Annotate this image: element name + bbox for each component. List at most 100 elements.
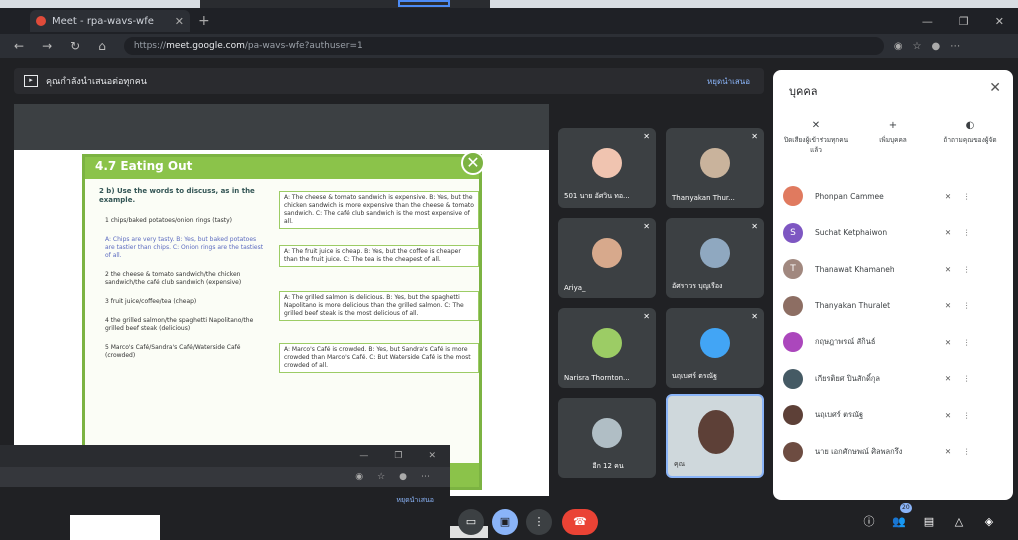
participant-name: นฤเบศร์ ตรณัฐ (672, 372, 717, 380)
more-options-icon[interactable]: ⋮ (963, 228, 971, 237)
mic-off-icon: ✕ (751, 222, 758, 231)
stop-presenting-button[interactable]: หยุดนำเสนอ (707, 75, 750, 88)
dialog-box: A: The fruit juice is cheap. B: Yes, but… (279, 245, 479, 267)
window-close-icon[interactable]: ✕ (428, 451, 436, 467)
people-panel: บุคคล ✕ ✕ ปิดเสียงผู้เข้าร่วมทุกคนแล้ว + เ… (773, 70, 1013, 500)
more-options-icon[interactable]: ⋮ (963, 265, 971, 274)
participant-name: อัศราวร บุญเรือง (672, 282, 723, 290)
background-highlight (398, 0, 450, 7)
more-options-icon[interactable]: ⋮ (963, 411, 971, 420)
menu-icon[interactable]: ⋯ (950, 41, 960, 52)
profile-icon[interactable]: ● (932, 41, 941, 52)
extension-icon[interactable]: ◉ (894, 41, 903, 52)
maximize-icon[interactable]: ❐ (394, 451, 402, 467)
captions-button[interactable]: ▭ (458, 509, 484, 535)
participant-name: เกียรติยศ ปินสักดิ์กุล (815, 373, 880, 383)
mic-off-icon[interactable]: ✕ (933, 374, 963, 383)
activities-icon[interactable]: △ (946, 509, 972, 535)
chat-icon[interactable]: ▤ (916, 509, 942, 535)
avatar (783, 441, 803, 462)
more-options-icon[interactable]: ⋮ (963, 338, 971, 347)
meet-favicon-icon (36, 16, 46, 26)
back-icon[interactable]: ← (14, 39, 24, 53)
leave-call-button[interactable]: ☎ (562, 509, 598, 535)
avatar (783, 332, 803, 353)
participant-row[interactable]: นฤเบศร์ ตรณัฐ ✕ ⋮ (783, 397, 1005, 434)
more-options-icon[interactable]: ⋮ (963, 301, 971, 310)
more-options-icon[interactable]: ⋮ (963, 192, 971, 201)
avatar (783, 186, 803, 207)
overlay-meet: หยุดนำเสนอ (0, 487, 450, 540)
more-options-icon[interactable]: ⋮ (963, 374, 971, 383)
exercise-item: 2 the cheese & tomato sandwich/the chick… (105, 271, 242, 286)
close-icon[interactable]: ✕ (989, 80, 1001, 96)
avatar (783, 405, 803, 426)
book-close-icon[interactable]: ✕ (461, 151, 485, 175)
participant-row[interactable]: S Suchat Ketphaiwon ✕ ⋮ (783, 215, 1005, 252)
exercise-item: 5 Marco's Café/Sandra's Café/Waterside C… (105, 344, 241, 359)
shield-icon[interactable]: ◈ (976, 509, 1002, 535)
overlay-toolbar: ◉ ☆ ● ⋯ (0, 467, 450, 487)
mic-off-icon[interactable]: ✕ (933, 265, 963, 274)
browser-tab[interactable]: Meet - rpa-wavs-wfe ✕ (30, 10, 190, 32)
minimize-icon[interactable]: — (359, 451, 368, 467)
participant-tile[interactable]: ✕ นฤเบศร์ ตรณัฐ (666, 308, 764, 388)
tab-close-icon[interactable]: ✕ (175, 15, 184, 28)
maximize-icon[interactable]: ❐ (959, 15, 969, 28)
more-options-button[interactable]: ⋮ (526, 509, 552, 535)
participant-name: กฤษฎาพรณ์ สักินธ์ (815, 337, 876, 347)
overlapping-window: — ❐ ✕ ◉ ☆ ● ⋯ หยุดนำเสนอ (0, 445, 450, 540)
exercise-item: 4 the grilled salmon/the spaghetti Napol… (105, 317, 254, 332)
participant-name: นฤเบศร์ ตรณัฐ (815, 410, 864, 420)
more-options-icon[interactable]: ⋮ (963, 447, 971, 456)
mic-off-icon[interactable]: ✕ (933, 228, 963, 237)
participant-row[interactable]: กฤษฎาพรณ์ สักินธ์ ✕ ⋮ (783, 324, 1005, 361)
participant-tile[interactable]: ✕ Narisra Thornton... (558, 308, 656, 388)
dialog-box: A: The cheese & tomato sandwich is expen… (279, 191, 479, 229)
new-tab-icon[interactable]: + (198, 13, 210, 29)
toggle-icon: ◐ (965, 120, 975, 131)
participant-row[interactable]: Phonpan Cammee ✕ ⋮ (783, 178, 1005, 215)
extension-icon[interactable]: ◉ (355, 472, 363, 482)
participant-tile[interactable]: ✕ อัศราวร บุญเรือง (666, 218, 764, 298)
participant-tile[interactable]: ✕ Ariya_ (558, 218, 656, 298)
url-field[interactable]: https://meet.google.com/pa-wavs-wfe?auth… (123, 37, 884, 55)
profile-icon[interactable]: ● (399, 472, 407, 482)
avatar (592, 238, 622, 268)
present-button[interactable]: ▣ (492, 509, 518, 535)
action-label: ปิดเสียงผู้เข้าร่วมทุกคนแล้ว (783, 136, 849, 154)
overlay-stop-presenting[interactable]: หยุดนำเสนอ (396, 495, 434, 506)
mic-off-icon[interactable]: ✕ (933, 447, 963, 456)
info-icon[interactable]: ⓘ (856, 509, 882, 535)
participant-row[interactable]: T Thanawat Khamaneh ✕ ⋮ (783, 251, 1005, 288)
reload-icon[interactable]: ↻ (70, 39, 80, 53)
participant-name: Narisra Thornton... (564, 374, 630, 382)
favorite-icon[interactable]: ☆ (377, 472, 385, 482)
mic-off-icon: ✕ (643, 222, 650, 231)
people-icon[interactable]: 👥 20 (886, 503, 912, 535)
forward-icon[interactable]: → (42, 39, 52, 53)
mute-all-button[interactable]: ✕ ปิดเสียงผู้เข้าร่วมทุกคนแล้ว (783, 120, 849, 155)
participant-tile[interactable]: ✕ Thanyakan Thur... (666, 128, 764, 208)
favorite-icon[interactable]: ☆ (913, 41, 922, 52)
people-list: Phonpan Cammee ✕ ⋮ S Suchat Ketphaiwon ✕ ⋮ T Tha… (783, 178, 1005, 470)
participant-tile[interactable]: ✕ 501 นาย อัศวิน ทอ... (558, 128, 656, 208)
participant-row[interactable]: Thanyakan Thuralet ✕ ⋮ (783, 288, 1005, 325)
minimize-icon[interactable]: — (922, 15, 933, 28)
home-icon[interactable]: ⌂ (98, 39, 106, 53)
address-bar-row: ← → ↻ ⌂ https://meet.google.com/pa-wavs-wfe… (0, 34, 1018, 58)
host-controls-button[interactable]: ◐ ถ้าถามคุณของผู้จัด (937, 120, 1003, 155)
add-people-button[interactable]: + เพิ่มบุคคล (860, 120, 926, 155)
menu-icon[interactable]: ⋯ (421, 472, 430, 482)
participant-count-badge: 20 (900, 503, 912, 513)
mic-off-icon[interactable]: ✕ (933, 192, 963, 201)
mic-off-icon[interactable]: ✕ (933, 411, 963, 420)
mic-off-icon[interactable]: ✕ (933, 301, 963, 310)
participant-row[interactable]: เกียรติยศ ปินสักดิ์กุล ✕ ⋮ (783, 361, 1005, 398)
window-close-icon[interactable]: ✕ (995, 15, 1004, 28)
self-video-tile[interactable]: คุณ (666, 394, 764, 478)
participant-row[interactable]: นาย เอกศักษพณ์ ศิลพลกรึง ✕ ⋮ (783, 434, 1005, 471)
more-participants-tile[interactable]: อีก 12 คน (558, 398, 656, 478)
mic-off-icon[interactable]: ✕ (933, 338, 963, 347)
avatar (783, 295, 803, 316)
